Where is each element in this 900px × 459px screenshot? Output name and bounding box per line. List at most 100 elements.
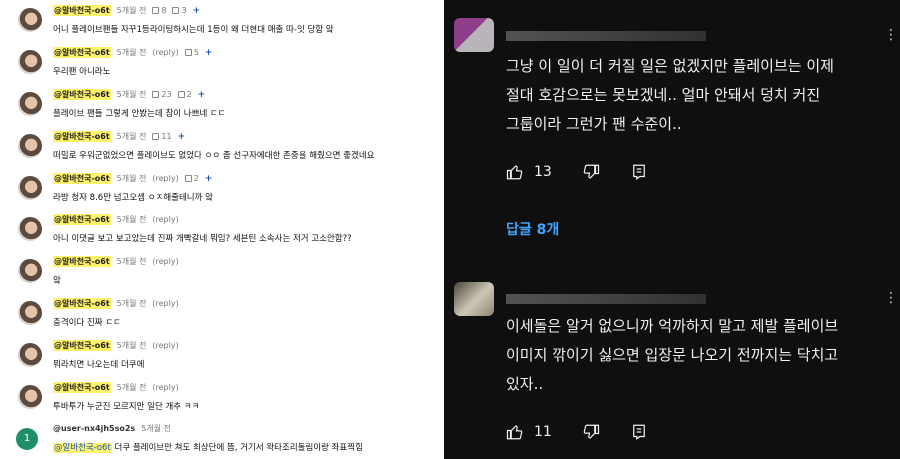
timestamp: 5개월 전 — [116, 215, 147, 224]
like-count[interactable]: 23 — [152, 90, 172, 99]
author-name[interactable]: @알바천국-o6t — [53, 47, 111, 58]
author-name[interactable]: @user-nx4jh5so2s — [53, 424, 135, 433]
reply-count[interactable]: 3 — [172, 6, 187, 15]
reply-tag: (reply) — [152, 299, 179, 308]
thumbs-up-icon — [152, 133, 160, 140]
comment-actions: 13 — [506, 163, 678, 181]
comment-meta: @알바천국-o6t 5개월 전 (reply) 5 + — [53, 47, 212, 58]
comment-meta: @알바천국-o6t 5개월 전 (reply) — [53, 382, 179, 393]
mention-link[interactable]: @알바천국-o6t — [53, 443, 112, 453]
author-name[interactable]: @알바천국-o6t — [53, 131, 111, 142]
comment-text: 그냥 이 일이 더 커질 일은 없겠지만 플레이브는 이제 절대 호감으로는 못… — [506, 52, 891, 139]
timestamp: 5개월 전 — [116, 90, 147, 99]
comment-text: 어니 플레이브팬들 자꾸1등라이팅하시는데 1등이 왜 더현대 매출 따-잇 당… — [53, 25, 334, 35]
avatar[interactable] — [18, 343, 42, 367]
avatar[interactable]: 1 — [16, 428, 38, 450]
avatar[interactable] — [18, 134, 42, 158]
comment-text: 라방 청자 8.6만 넘고오셈 ㅇㅈ해줄테니까 앜 — [53, 193, 213, 203]
avatar[interactable] — [18, 8, 42, 32]
author-name[interactable]: @알바천국-o6t — [53, 256, 111, 267]
author-name[interactable]: @알바천국-o6t — [53, 382, 111, 393]
author-name[interactable]: @알바천국-o6t — [53, 173, 111, 184]
like-button[interactable]: 13 — [506, 163, 552, 181]
comment-item: @알바천국-o6t 5개월 전 (reply) 2 + 라방 청자 8.6만 넘고오셈 ㅇ… — [0, 170, 440, 211]
author-name-blurred[interactable] — [506, 294, 706, 304]
reply-tag: (reply) — [152, 48, 179, 57]
comment-text: 아니 이댓글 보고 보고았는데 진짜 개빡갈네 뭐임? 세븐틴 소속사는 저거 … — [53, 234, 352, 244]
right-comment-screenshot: ⋮ 그냥 이 일이 더 커질 일은 없겠지만 플레이브는 이제 절대 호감으로는… — [444, 0, 900, 459]
avatar[interactable] — [18, 259, 42, 283]
comment-item: @알바천국-o6t 5개월 전 8 3 + 어니 플레이브팬들 자꾸1등라이팅하시는데 1… — [0, 2, 440, 43]
plus-icon[interactable]: + — [178, 132, 186, 142]
like-count[interactable]: 2 — [184, 174, 199, 183]
reply-tag: (reply) — [152, 341, 179, 350]
comment-meta: @알바천국-o6t 5개월 전 23 2 + — [53, 89, 205, 100]
dislike-button[interactable] — [582, 163, 600, 181]
comment-actions: 11 — [506, 423, 678, 441]
avatar[interactable] — [18, 217, 42, 241]
plus-icon[interactable]: + — [205, 174, 213, 184]
more-options-icon[interactable]: ⋮ — [884, 291, 898, 305]
author-name[interactable]: @알바천국-o6t — [53, 298, 111, 309]
thumbs-up-icon — [152, 7, 160, 14]
avatar[interactable] — [454, 282, 494, 316]
comment-text: 투바투가 누군진 모르지만 일단 개추 ㅋㅋ — [53, 402, 200, 412]
thumbs-up-icon — [152, 91, 160, 98]
like-count[interactable]: 11 — [152, 132, 172, 141]
comment-meta: @알바천국-o6t 5개월 전 (reply) — [53, 256, 179, 267]
reply-value: 3 — [181, 6, 187, 15]
author-name[interactable]: @알바천국-o6t — [53, 5, 111, 16]
avatar[interactable] — [18, 385, 42, 409]
like-count: 11 — [534, 424, 552, 440]
comment-line: 그냥 이 일이 더 커질 일은 없겠지만 플레이브는 이제 — [506, 57, 834, 75]
comment-meta: @알바천국-o6t 5개월 전 (reply) — [53, 298, 179, 309]
timestamp: 5개월 전 — [116, 383, 147, 392]
like-value: 5 — [193, 48, 199, 57]
reply-tag: (reply) — [152, 257, 179, 266]
plus-icon[interactable]: + — [193, 6, 201, 16]
author-name[interactable]: @알바천국-o6t — [53, 340, 111, 351]
comment-item: @알바천국-o6t 5개월 전 (reply) 투바투가 누군진 모르지만 일단 개추… — [0, 379, 440, 420]
thumbs-up-icon — [506, 425, 523, 440]
like-value: 23 — [161, 90, 172, 99]
avatar[interactable] — [18, 92, 42, 116]
view-replies-button[interactable]: 답글 8개 — [506, 219, 559, 239]
like-count[interactable]: 8 — [152, 6, 166, 15]
reply-count[interactable]: 2 — [177, 90, 192, 99]
avatar-letter: 1 — [23, 433, 31, 444]
dislike-button[interactable] — [582, 423, 600, 441]
avatar[interactable] — [18, 50, 42, 74]
comment-text: @알바천국-o6t 더쿠 플레이브만 쳐도 최상단에 뜸, 거기서 왁타조리돌림… — [53, 441, 363, 453]
timestamp: 5개월 전 — [116, 48, 147, 57]
author-name[interactable]: @알바천국-o6t — [53, 214, 111, 225]
more-options-icon[interactable]: ⋮ — [884, 28, 898, 42]
plus-icon[interactable]: + — [205, 48, 213, 58]
comment-icon — [172, 7, 180, 14]
thumbs-down-icon — [583, 424, 599, 439]
reply-button[interactable] — [630, 163, 648, 181]
comment-line: 있자.. — [506, 375, 544, 393]
thumbs-up-icon — [184, 49, 192, 56]
comment-text: 떠밀로 우워군없었으면 플레이브도 없었다 ㅇㅇ 좀 선구자에대한 존중을 해줬… — [53, 151, 375, 161]
comment-line: 이미지 깎이기 싫으면 입장문 나오기 전까지는 닥치고 — [506, 346, 839, 364]
comment-item: ⋮ 그냥 이 일이 더 커질 일은 없겠지만 플레이브는 이제 절대 호감으로는… — [444, 0, 900, 200]
reply-tag: (reply) — [152, 383, 179, 392]
comment-item: @알바천국-o6t 5개월 전 (reply) 아니 이댓글 보고 보고았는데 진짜 … — [0, 211, 440, 252]
comment-meta: @알바천국-o6t 5개월 전 (reply) — [53, 340, 179, 351]
like-count[interactable]: 5 — [184, 48, 199, 57]
avatar[interactable] — [18, 301, 42, 325]
author-name[interactable]: @알바천국-o6t — [53, 89, 111, 100]
comment-meta: @user-nx4jh5so2s 5개월 전 — [53, 423, 171, 434]
plus-icon[interactable]: + — [198, 90, 206, 100]
thumbs-down-icon — [583, 164, 599, 179]
comment-line: 절대 호감으로는 못보겠네.. 얼마 안돼서 덩치 커진 — [506, 86, 821, 104]
avatar[interactable] — [18, 176, 42, 200]
like-button[interactable]: 11 — [506, 423, 552, 441]
author-name-blurred[interactable] — [506, 31, 706, 41]
like-value: 8 — [161, 6, 167, 15]
avatar[interactable] — [454, 18, 494, 52]
comment-item: ⋮ 이세돌은 알거 없으니까 억까하지 말고 제발 플레이브 이미지 깎이기 싫… — [444, 270, 900, 459]
comment-meta: @알바천국-o6t 5개월 전 (reply) 2 + — [53, 173, 212, 184]
reply-button[interactable] — [630, 423, 648, 441]
thumbs-up-icon — [506, 165, 523, 180]
